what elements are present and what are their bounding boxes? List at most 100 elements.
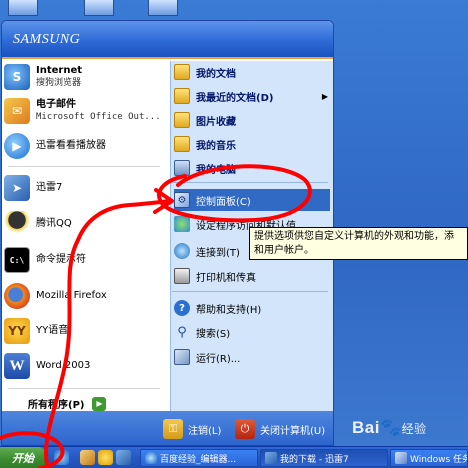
cmd-icon: C:\ — [4, 247, 30, 273]
program-firefox[interactable]: Mozilla Firefox — [4, 282, 164, 310]
program-internet[interactable]: S Internet 搜狗浏览器 — [4, 62, 164, 92]
run-icon — [174, 349, 190, 365]
program-subtitle: 搜狗浏览器 — [36, 78, 82, 88]
place-label: 我的电脑 — [196, 164, 236, 176]
place-label: 搜索(S) — [196, 328, 231, 340]
program-title: 迅雷7 — [36, 182, 63, 193]
tooltip-line-1: 提供选项供您自定义计算机的外观和功能，添 — [254, 231, 454, 242]
logoff-button[interactable]: ⚿ 注销(L) — [163, 419, 221, 439]
logoff-label: 注销(L) — [188, 425, 222, 437]
watermark-suffix: 经验 — [401, 422, 427, 436]
place-label: 运行(R)... — [196, 353, 241, 365]
shutdown-button[interactable]: ⏻ 关闭计算机(U) — [235, 419, 325, 439]
arrow-right-icon: ▶ — [92, 396, 107, 411]
program-title: Word 2003 — [36, 360, 91, 371]
place-my-music[interactable]: 我的音乐 — [174, 133, 330, 155]
quicklaunch-ie-icon[interactable] — [54, 450, 69, 465]
search-icon: ⚲ — [177, 324, 187, 340]
firefox-icon — [4, 283, 30, 309]
computer-icon — [174, 160, 190, 176]
program-title: Mozilla Firefox — [36, 290, 107, 301]
place-label: 连接到(T) — [196, 247, 240, 259]
yy-icon: YY — [4, 318, 30, 344]
program-title: 电子邮件 — [36, 99, 76, 110]
program-title: 命令提示符 — [36, 254, 86, 265]
quicklaunch-qq-icon[interactable] — [98, 450, 113, 465]
folder-icon — [174, 112, 190, 128]
task-xunlei-downloads[interactable]: 我的下载 - 迅雷7 — [260, 449, 388, 467]
task-label: 百度经验_编辑器... — [160, 454, 237, 465]
place-search[interactable]: ⚲ 搜索(S) — [174, 321, 330, 343]
start-menu-header: SAMSUNG — [2, 21, 333, 59]
place-my-documents[interactable]: 我的文档 — [174, 61, 330, 83]
ie-icon — [145, 452, 157, 464]
folder-icon — [174, 136, 190, 152]
place-recent-documents[interactable]: 我最近的文档(D) ▶ — [174, 85, 330, 107]
place-my-computer[interactable]: 我的电脑 — [174, 157, 330, 179]
program-xunlei7[interactable]: ➤ 迅雷7 — [4, 174, 164, 202]
submenu-arrow-icon: ▶ — [321, 91, 328, 101]
task-label: Windows 任务 — [410, 454, 468, 465]
start-label: 开始 — [12, 452, 34, 465]
xunlei7-icon — [265, 452, 277, 464]
network-icon — [174, 243, 190, 259]
program-xunlei-player[interactable]: ▶ 迅雷看看播放器 — [4, 132, 164, 160]
sogou-browser-icon: S — [4, 64, 30, 90]
program-title: YY语音 — [36, 325, 69, 336]
power-icon: ⏻ — [235, 419, 255, 439]
desktop-icon[interactable] — [8, 0, 38, 16]
baidu-watermark: Bai🐾经验 — [352, 418, 427, 438]
place-label: 控制面板(C) — [196, 196, 251, 208]
word-icon: W — [4, 353, 30, 379]
folder-icon — [174, 64, 190, 80]
key-icon: ⚿ — [163, 419, 183, 439]
place-run[interactable]: 运行(R)... — [174, 346, 330, 368]
program-qq[interactable]: 腾讯QQ — [4, 210, 164, 238]
quicklaunch-folder-icon[interactable] — [80, 450, 95, 465]
qq-icon — [4, 211, 30, 237]
paw-icon: 🐾 — [379, 418, 402, 437]
place-help[interactable]: ? 帮助和支持(H) — [174, 297, 330, 319]
program-yy[interactable]: YY YY语音 — [4, 317, 164, 345]
control-panel-icon: ⚙ — [174, 192, 190, 208]
program-title: 迅雷看看播放器 — [36, 140, 106, 151]
place-printers[interactable]: 打印机和传真 — [174, 265, 330, 287]
default-programs-icon — [174, 216, 190, 232]
shutdown-label: 关闭计算机(U) — [260, 425, 326, 437]
place-control-panel[interactable]: ⚙ 控制面板(C) — [174, 189, 330, 211]
program-email[interactable]: ✉ 电子邮件 Microsoft Office Out... — [4, 96, 164, 126]
separator — [172, 291, 328, 292]
watermark-brand: Bai — [352, 418, 380, 437]
program-cmd[interactable]: C:\ 命令提示符 — [4, 246, 164, 274]
user-name: SAMSUNG — [13, 32, 81, 47]
separator — [8, 388, 160, 389]
all-programs-label: 所有程序(P) — [28, 400, 85, 411]
quicklaunch-xunlei-icon[interactable] — [116, 450, 131, 465]
outlook-icon: ✉ — [4, 98, 30, 124]
task-baidu-editor[interactable]: 百度经验_编辑器... — [140, 449, 258, 467]
start-button[interactable]: 开始 — [0, 447, 46, 468]
xunlei-player-icon: ▶ — [4, 133, 30, 159]
desktop-icon[interactable] — [84, 0, 114, 16]
separator — [172, 182, 328, 183]
tooltip-line-2: 和用户帐户。 — [254, 245, 314, 256]
task-label: 我的下载 - 迅雷7 — [280, 454, 349, 465]
place-label: 帮助和支持(H) — [196, 304, 262, 316]
task-windows-task[interactable]: Windows 任务 — [390, 449, 468, 467]
printer-icon — [174, 268, 190, 284]
place-label: 打印机和传真 — [196, 272, 256, 284]
desktop-icon[interactable] — [148, 0, 178, 16]
program-word[interactable]: W Word 2003 — [4, 352, 164, 380]
place-label: 我的文档 — [196, 68, 236, 80]
program-title: Internet — [36, 65, 83, 76]
place-label: 我最近的文档(D) — [196, 92, 274, 104]
control-panel-tooltip: 提供选项供您自定义计算机的外观和功能，添 和用户帐户。 — [249, 227, 468, 260]
folder-icon — [174, 88, 190, 104]
all-programs-button[interactable]: 所有程序(P) ▶ — [28, 396, 107, 411]
place-label: 我的音乐 — [196, 140, 236, 152]
place-label: 图片收藏 — [196, 116, 236, 128]
xunlei7-icon: ➤ — [4, 175, 30, 201]
help-icon: ? — [174, 300, 190, 316]
taskbar: 开始 百度经验_编辑器... 我的下载 - 迅雷7 Windows 任务 — [0, 446, 468, 468]
place-my-pictures[interactable]: 图片收藏 — [174, 109, 330, 131]
